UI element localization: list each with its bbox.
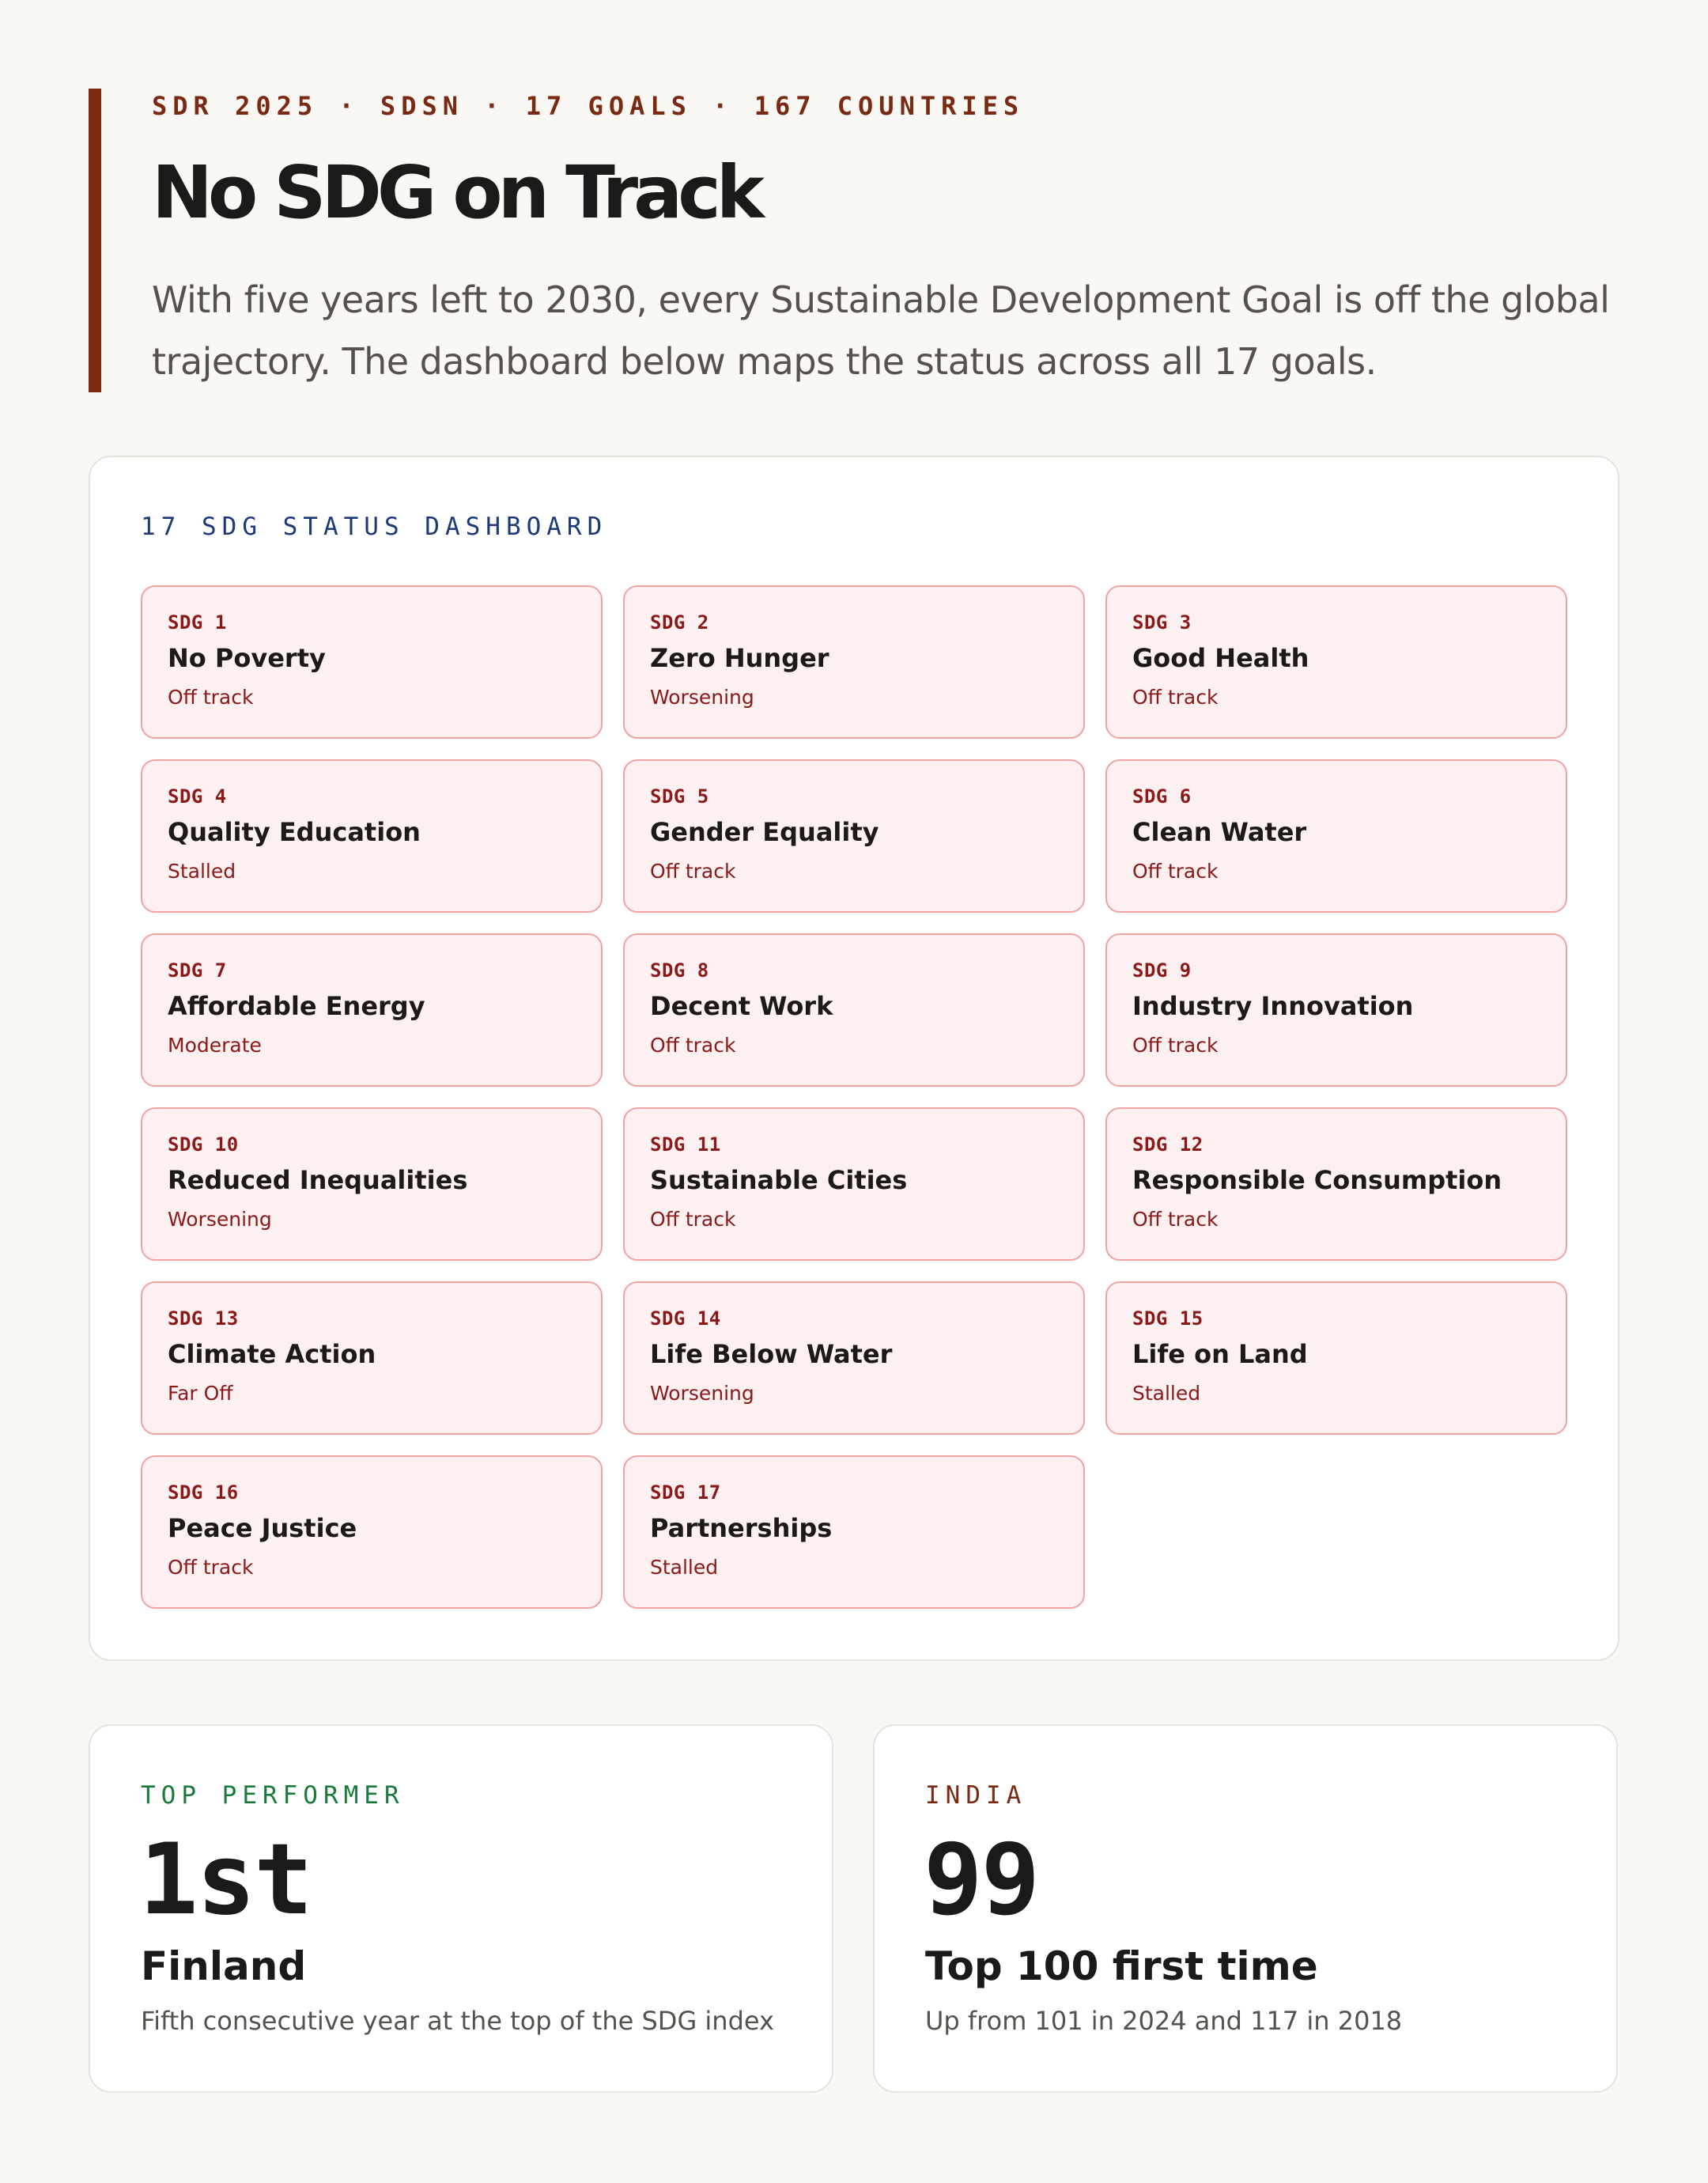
sdg-name: Quality Education [168, 817, 421, 847]
sdg-code: SDG 7 [168, 959, 227, 982]
sdg-card: SDG 15 Life on Land Stalled [1105, 1281, 1567, 1435]
sdg-name: Decent Work [650, 991, 833, 1021]
sdg-status: Stalled [650, 1556, 719, 1579]
sdg-card: SDG 17 Partnerships Stalled [623, 1455, 1085, 1609]
sdg-status: Off track [650, 860, 736, 883]
sdg-name: Partnerships [650, 1513, 833, 1543]
sdg-name: Zero Hunger [650, 643, 829, 673]
top-performer-description: Fifth consecutive year at the top of the… [141, 2006, 774, 2036]
sdg-card: SDG 13 Climate Action Far Off [141, 1281, 603, 1435]
top-performer-rank: 1st [139, 1823, 313, 1937]
sdg-name: Climate Action [168, 1339, 376, 1369]
sdg-name: Responsible Consumption [1132, 1165, 1502, 1195]
sdg-status: Off track [168, 1556, 254, 1579]
sdg-card: SDG 12 Responsible Consumption Off track [1105, 1107, 1567, 1261]
report-eyebrow: SDR 2025 · SDSN · 17 GOALS · 167 COUNTRI… [152, 91, 1025, 121]
sdg-name: Good Health [1132, 643, 1309, 673]
sdg-code: SDG 17 [650, 1481, 721, 1504]
sdg-code: SDG 10 [168, 1133, 239, 1156]
sdg-name: Sustainable Cities [650, 1165, 908, 1195]
sdg-status: Off track [1132, 1034, 1219, 1057]
sdg-code: SDG 13 [168, 1307, 239, 1330]
sdg-card: SDG 5 Gender Equality Off track [623, 759, 1085, 913]
sdg-status: Moderate [168, 1034, 262, 1057]
sdg-card: SDG 16 Peace Justice Off track [141, 1455, 603, 1609]
sdg-status: Worsening [650, 686, 754, 709]
sdg-code: SDG 14 [650, 1307, 721, 1330]
sdg-code: SDG 4 [168, 785, 227, 808]
top-performer-country: Finland [141, 1943, 307, 1989]
india-description: Up from 101 in 2024 and 117 in 2018 [925, 2006, 1403, 2036]
sdg-card: SDG 11 Sustainable Cities Off track [623, 1107, 1085, 1261]
sdg-name: Gender Equality [650, 817, 879, 847]
sdg-card: SDG 4 Quality Education Stalled [141, 759, 603, 913]
sdg-name: Life Below Water [650, 1339, 893, 1369]
sdg-status: Off track [650, 1034, 736, 1057]
sdg-card: SDG 7 Affordable Energy Moderate [141, 933, 603, 1087]
sdg-status: Off track [1132, 686, 1219, 709]
sdg-name: Life on Land [1132, 1339, 1308, 1369]
sdg-card: SDG 2 Zero Hunger Worsening [623, 585, 1085, 739]
page-subtitle: With five years left to 2030, every Sust… [152, 269, 1702, 392]
sdg-status-dashboard: 17 SDG STATUS DASHBOARD SDG 1 No Poverty O… [89, 456, 1619, 1661]
sdg-name: Clean Water [1132, 817, 1307, 847]
sdg-name: Peace Justice [168, 1513, 357, 1543]
sdg-name: No Poverty [168, 643, 326, 673]
sdg-code: SDG 16 [168, 1481, 239, 1504]
sdg-status: Far Off [168, 1382, 233, 1405]
sdg-card: SDG 14 Life Below Water Worsening [623, 1281, 1085, 1435]
sdg-card: SDG 8 Decent Work Off track [623, 933, 1085, 1087]
sdg-card: SDG 9 Industry Innovation Off track [1105, 933, 1567, 1087]
sdg-status: Worsening [168, 1208, 272, 1231]
sdg-code: SDG 8 [650, 959, 709, 982]
sdg-card: SDG 10 Reduced Inequalities Worsening [141, 1107, 603, 1261]
sdg-status: Stalled [168, 860, 236, 883]
sdg-name: Affordable Energy [168, 991, 425, 1021]
sdg-code: SDG 15 [1132, 1307, 1204, 1330]
top-performer-card: TOP PERFORMER 1st Finland Fifth consecut… [89, 1724, 833, 2093]
sdg-status: Stalled [1132, 1382, 1201, 1405]
sdg-code: SDG 11 [650, 1133, 721, 1156]
dashboard-title: 17 SDG STATUS DASHBOARD [141, 513, 608, 541]
sdg-code: SDG 6 [1132, 785, 1192, 808]
subtitle-line-1: With five years left to 2030, every Sust… [152, 278, 1610, 321]
sdg-code: SDG 12 [1132, 1133, 1204, 1156]
sdg-card: SDG 3 Good Health Off track [1105, 585, 1567, 739]
sdg-status: Off track [650, 1208, 736, 1231]
report-header: SDR 2025 · SDSN · 17 GOALS · 167 COUNTRI… [89, 89, 1623, 392]
sdg-card: SDG 6 Clean Water Off track [1105, 759, 1567, 913]
sdg-code: SDG 5 [650, 785, 709, 808]
india-heading: Top 100 first time [925, 1943, 1318, 1989]
top-performer-label: TOP PERFORMER [141, 1781, 405, 1810]
sdg-status: Off track [168, 686, 254, 709]
subtitle-line-2: trajectory. The dashboard below maps the… [152, 340, 1377, 383]
sdg-code: SDG 9 [1132, 959, 1192, 982]
sdg-status: Off track [1132, 860, 1219, 883]
sdg-name: Industry Innovation [1132, 991, 1414, 1021]
sdg-code: SDG 1 [168, 611, 227, 634]
sdg-code: SDG 2 [650, 611, 709, 634]
sdg-name: Reduced Inequalities [168, 1165, 468, 1195]
india-rank: 99 [924, 1823, 1040, 1937]
sdg-code: SDG 3 [1132, 611, 1192, 634]
india-label: INDIA [925, 1781, 1027, 1810]
india-card: INDIA 99 Top 100 first time Up from 101 … [873, 1724, 1618, 2093]
page-title: No SDG on Track [152, 150, 765, 235]
sdg-status: Off track [1132, 1208, 1219, 1231]
sdg-status: Worsening [650, 1382, 754, 1405]
sdg-grid: SDG 1 No Poverty Off track SDG 2 Zero Hunger… [141, 585, 1570, 1609]
sdg-card: SDG 1 No Poverty Off track [141, 585, 603, 739]
